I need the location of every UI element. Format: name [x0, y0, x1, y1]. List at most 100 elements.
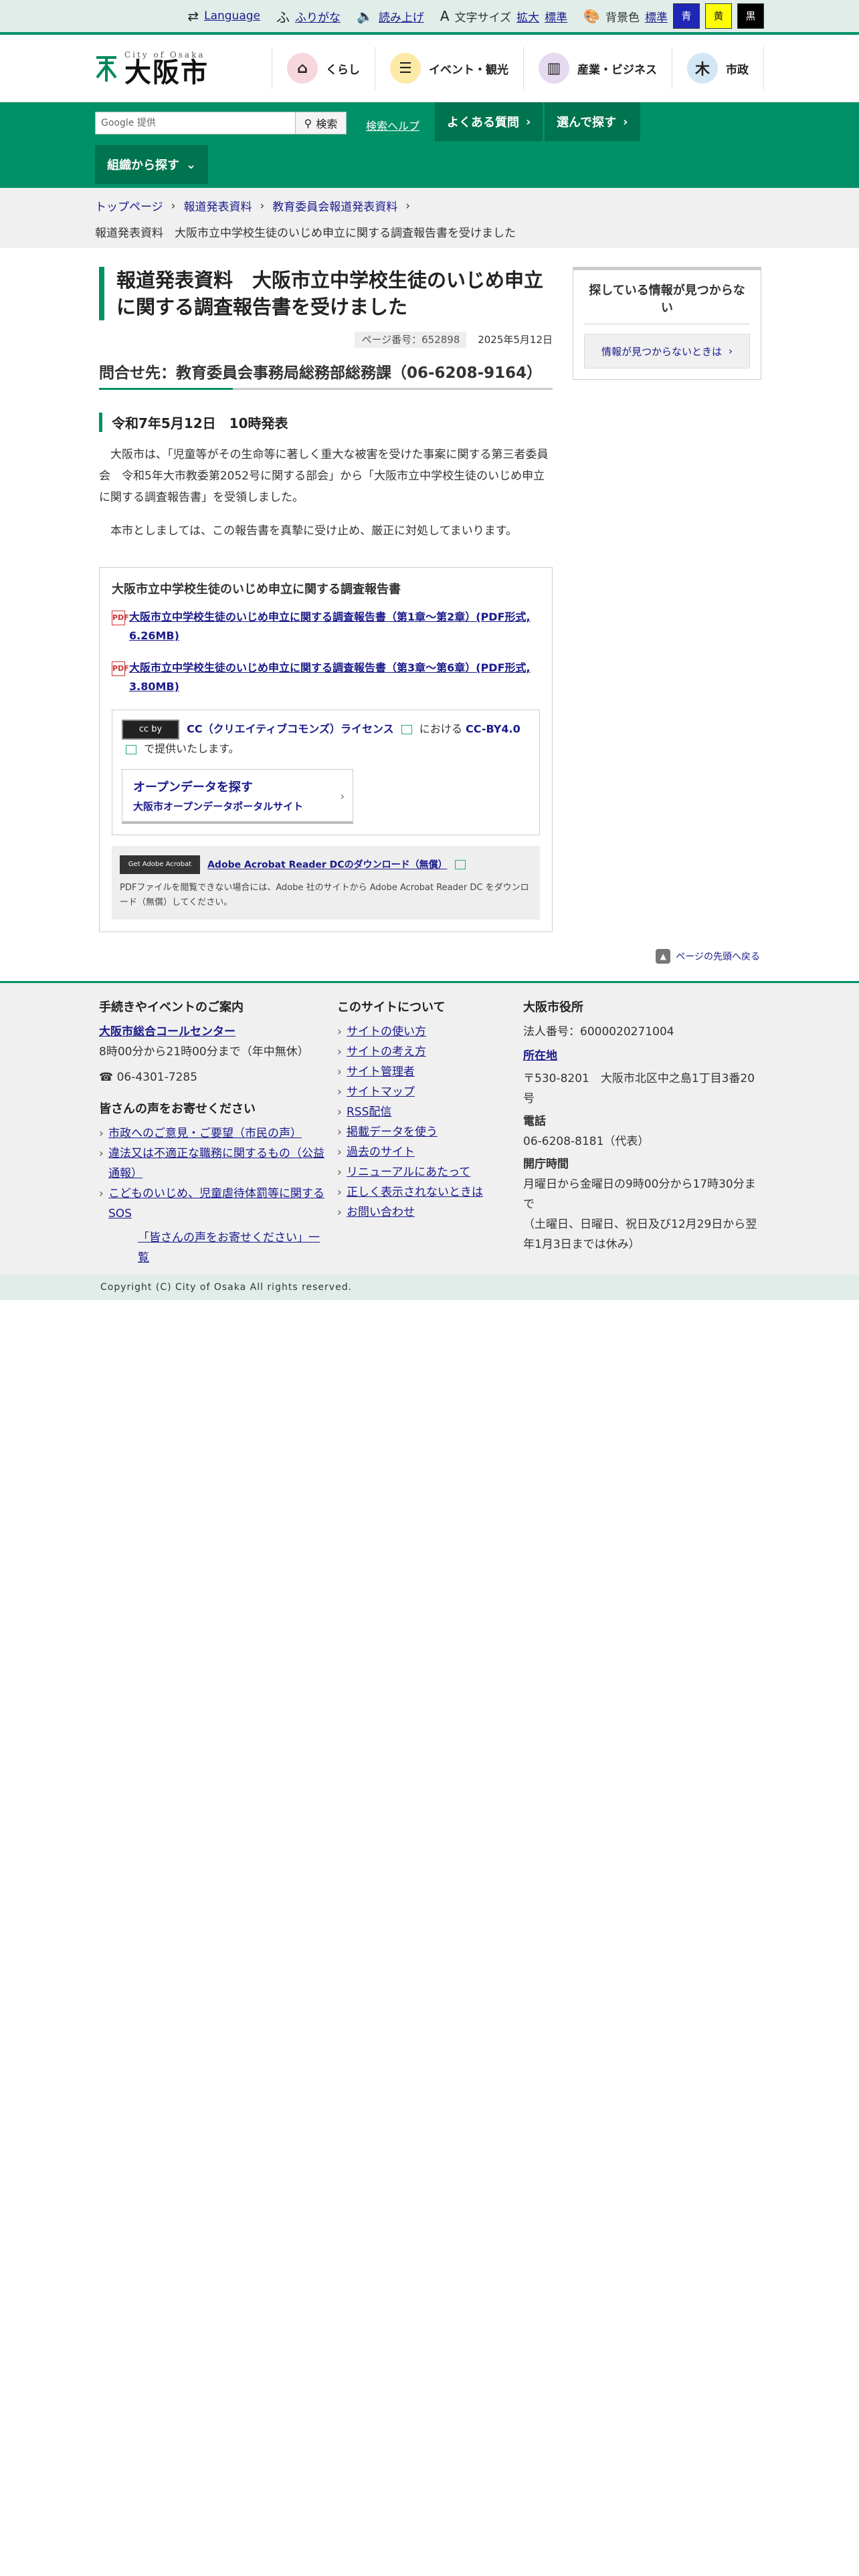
phone-label: 電話	[523, 1115, 546, 1128]
cc-version-link[interactable]: CC-BY4.0	[466, 723, 520, 736]
faq-button[interactable]: よくある質問 ›	[435, 102, 543, 141]
language-item[interactable]: ⇄ Language	[187, 8, 260, 24]
cc-tail-text: で提供いたします。	[144, 742, 240, 755]
gnav-kurashi[interactable]: ⌂ くらし	[272, 47, 375, 90]
report-box: 大阪市立中学校生徒のいじめ申立に関する調査報告書 PDF 大阪市立中学校生徒のい…	[99, 567, 553, 932]
back-to-top-link[interactable]: ▲ ページの先頭へ戻る	[656, 949, 760, 964]
open-data-subtitle: 大阪市オープンデータポータルサイト	[133, 800, 304, 813]
gnav-label: 産業・ビジネス	[577, 63, 657, 77]
read-aloud-item[interactable]: 🔈 読み上げ	[357, 8, 424, 25]
search-form: Google 提供 ⚲ 検索	[95, 112, 347, 134]
footer-link[interactable]: サイトマップ	[347, 1085, 415, 1099]
announcement-date: 令和7年5月12日 10時発表	[99, 413, 553, 432]
gnav-label: くらし	[326, 63, 360, 77]
city-mark-icon: 木	[687, 53, 718, 84]
search-help-link[interactable]: 検索ヘルプ	[366, 117, 419, 133]
open-data-title: オープンデータを探す	[133, 780, 253, 794]
font-standard-link[interactable]: 標準	[545, 8, 567, 25]
open-data-button[interactable]: オープンデータを探す 大阪市オープンデータポータルサイト ›	[122, 769, 353, 824]
gnav-label: イベント・観光	[429, 63, 508, 77]
cityhall-address: 〒530-8201 大阪市北区中之島1丁目3番20号	[523, 1072, 755, 1105]
cityhall-title: 大阪市役所	[523, 1000, 583, 1014]
breadcrumb-separator: ›	[171, 199, 176, 213]
voice-link-citizen[interactable]: 市政へのご意見・ご要望（市民の声）	[108, 1127, 302, 1140]
font-size-label: 文字サイズ	[454, 11, 512, 25]
external-link-icon	[401, 725, 412, 734]
footer-link[interactable]: サイトの使い方	[347, 1025, 426, 1039]
furigana-link[interactable]: ふりがな	[295, 8, 341, 25]
utility-bar: ⇄ Language ふ ふりがな 🔈 読み上げ A 文字サイズ 拡大 標準 🎨…	[0, 0, 859, 32]
breadcrumb-current: 報道発表資料 大阪市立中学校生徒のいじめ申立に関する調査報告書を受けました	[95, 227, 516, 240]
gnav-shisei[interactable]: 木 市政	[672, 47, 764, 90]
chevron-down-icon: ⌄	[186, 157, 197, 172]
gnav-event[interactable]: ☰ イベント・観光	[375, 47, 523, 90]
voice-all-link[interactable]: 「皆さんの声をお寄せください」一覧	[138, 1231, 320, 1265]
pdf-link-2[interactable]: 大阪市立中学校生徒のいじめ申立に関する調査報告書（第3章～第6章）(PDF形式,…	[129, 659, 540, 696]
green-nav-bar: Google 提供 ⚲ 検索 検索ヘルプ よくある質問 › 選んで探す › 組織…	[0, 102, 859, 188]
font-size-control: A 文字サイズ 拡大 標準	[440, 8, 567, 25]
voice-link-whistle[interactable]: 違法又は不適正な職務に関するもの（公益通報）	[108, 1147, 324, 1180]
pdf-link-1[interactable]: 大阪市立中学校生徒のいじめ申立に関する調査報告書（第1章～第2章）(PDF形式,…	[129, 608, 540, 645]
location-link[interactable]: 所在地	[523, 1049, 557, 1063]
voice-link-sos[interactable]: こどものいじめ、児童虐待体罰等に関するSOS	[108, 1187, 324, 1220]
footer-link[interactable]: 過去のサイト	[347, 1146, 415, 1159]
footer-link[interactable]: RSS配信	[347, 1105, 391, 1119]
footer-link[interactable]: サイトの考え方	[347, 1045, 426, 1059]
bg-color-control: 🎨 背景色 標準 青 黄 黒	[583, 3, 764, 29]
call-center-link[interactable]: 大阪市総合コールセンター	[99, 1025, 235, 1039]
org-button[interactable]: 組織から探す ⌄	[95, 145, 209, 184]
bg-blue-button[interactable]: 青	[673, 3, 700, 29]
footer-link[interactable]: 掲載データを使う	[347, 1125, 438, 1139]
language-link[interactable]: Language	[204, 9, 260, 23]
search-input[interactable]: Google 提供	[95, 112, 296, 134]
choose-label: 選んで探す	[557, 116, 617, 130]
copyright-text: Copyright (C) City of Osaka All rights r…	[100, 1282, 353, 1293]
org-label: 組織から探す	[107, 158, 179, 173]
cityhall-phone: 06-6208-8181（代表）	[523, 1135, 650, 1148]
hours-label: 開庁時間	[523, 1158, 569, 1171]
cc-license-link[interactable]: CC（クリエイティブコモンズ）ライセンス	[187, 723, 394, 736]
site-footer: 手続きやイベントのご案内 大阪市総合コールセンター 8時00分から21時00分ま…	[0, 981, 859, 1275]
footer-link[interactable]: リニューアルにあたって	[347, 1166, 470, 1179]
bg-black-button[interactable]: 黒	[737, 3, 764, 29]
event-icon: ☰	[390, 53, 421, 84]
call-center-phone: 06-4301-7285	[116, 1071, 198, 1084]
footer-col-site: このサイトについて サイトの使い方 サイトの考え方 サイト管理者 サイトマップ …	[337, 998, 511, 1222]
translate-icon: ⇄	[187, 8, 199, 24]
pdf-icon: PDF	[112, 611, 129, 625]
site-logo[interactable]: City of Osaka 大阪市	[95, 50, 269, 86]
furigana-item[interactable]: ふ ふりがな	[276, 7, 341, 26]
adobe-reader-link[interactable]: Adobe Acrobat Reader DCのダウンロード（無償）	[207, 860, 447, 871]
read-aloud-link[interactable]: 読み上げ	[379, 8, 424, 25]
not-found-button[interactable]: 情報が見つからないときは ›	[584, 334, 750, 368]
article: 報道発表資料 大阪市立中学校生徒のいじめ申立に関する調査報告書を受けました ペー…	[99, 267, 553, 932]
bg-yellow-button[interactable]: 黄	[705, 3, 732, 29]
chevron-right-icon: ›	[340, 790, 345, 802]
footer-link[interactable]: お問い合わせ	[347, 1206, 415, 1219]
page-number: ページ番号：652898	[355, 332, 467, 348]
breadcrumb-press[interactable]: 報道発表資料	[183, 197, 252, 214]
chevron-right-icon: ›	[526, 114, 531, 129]
copyright-bar: Copyright (C) City of Osaka All rights r…	[0, 1275, 859, 1300]
back-to-top-label: ページの先頭へ戻る	[676, 952, 760, 962]
pdf-link-item: PDF 大阪市立中学校生徒のいじめ申立に関する調査報告書（第1章～第2章）(PD…	[112, 608, 540, 645]
site-link-list: サイトの使い方 サイトの考え方 サイト管理者 サイトマップ RSS配信 掲載デー…	[337, 1022, 511, 1222]
breadcrumb-top[interactable]: トップページ	[95, 197, 163, 214]
contact-heading: 問合せ先：教育委員会事務局総務部総務課（06-6208-9164）	[99, 360, 553, 390]
choose-button[interactable]: 選んで探す ›	[545, 102, 640, 141]
search-icon: ⚲	[304, 116, 312, 130]
bg-standard-link[interactable]: 標準	[645, 8, 668, 25]
pdf-link-item: PDF 大阪市立中学校生徒のいじめ申立に関する調査報告書（第3章～第6章）(PD…	[112, 659, 540, 696]
font-enlarge-link[interactable]: 拡大	[516, 8, 539, 25]
search-button[interactable]: ⚲ 検索	[296, 112, 347, 134]
gnav-business[interactable]: ▥ 産業・ビジネス	[523, 47, 672, 90]
external-link-icon	[454, 860, 466, 869]
faq-label: よくある質問	[447, 116, 519, 130]
page-title-box: 報道発表資料 大阪市立中学校生徒のいじめ申立に関する調査報告書を受けました	[99, 267, 553, 320]
search-button-label: 検索	[316, 118, 338, 130]
footer-link[interactable]: サイト管理者	[347, 1065, 415, 1079]
external-link-icon	[126, 744, 136, 754]
breadcrumb-edu[interactable]: 教育委員会報道発表資料	[272, 197, 397, 214]
adobe-reader-badge-icon[interactable]: Get Adobe Acrobat Reader	[120, 855, 200, 887]
footer-link[interactable]: 正しく表示されないときは	[347, 1186, 483, 1199]
